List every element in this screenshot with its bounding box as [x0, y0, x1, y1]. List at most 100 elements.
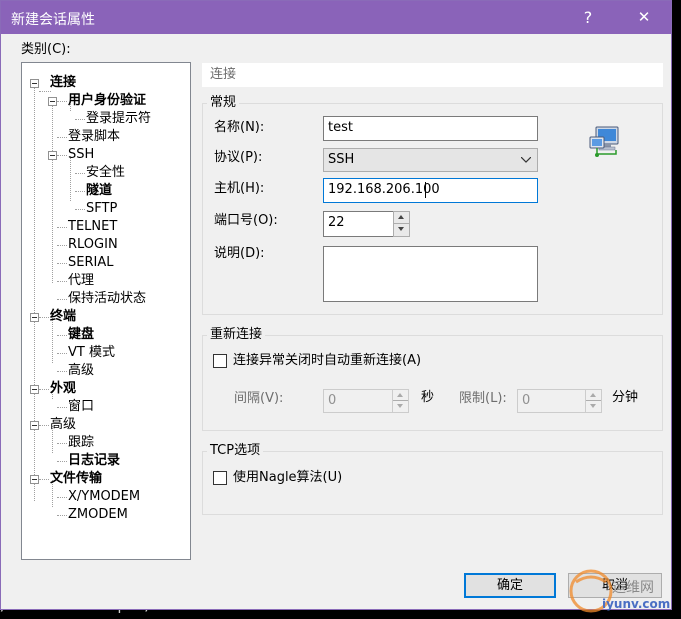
tree-connector [57, 371, 67, 372]
tree-connector [57, 443, 67, 444]
tree-item[interactable]: SSH [68, 147, 94, 163]
collapse-icon[interactable] [48, 151, 57, 160]
port-spinner[interactable] [393, 211, 410, 237]
interval-label: 间隔(V): [234, 391, 284, 406]
arrow-up-icon [398, 215, 404, 219]
watermark-url: iyunv.com [602, 597, 671, 611]
category-label: 类别(C): [21, 42, 71, 57]
tcp-options-group-title: TCP选项 [207, 443, 264, 459]
tree-item[interactable]: X/YMODEM [68, 489, 140, 505]
tree-item[interactable]: 登录脚本 [68, 129, 120, 145]
tree-item[interactable]: ZMODEM [68, 507, 128, 523]
tree-connector [39, 479, 49, 480]
limit-spinner[interactable] [585, 389, 602, 413]
tree-item[interactable]: VT 模式 [68, 345, 115, 361]
panel-header-title: 连接 [210, 67, 237, 82]
tree-item[interactable]: 保持活动状态 [68, 291, 146, 307]
tree-connector [39, 317, 49, 318]
tree-item[interactable]: 高级 [68, 363, 94, 379]
network-computer-icon [589, 126, 619, 157]
tree-connector [57, 515, 67, 516]
tree-item[interactable]: 键盘 [68, 327, 94, 343]
title-bar[interactable]: 新建会话属性 ? ✕ [1, 1, 671, 34]
collapse-icon[interactable] [30, 421, 39, 430]
tree-item[interactable]: 连接 [50, 75, 76, 91]
tree-item[interactable]: SFTP [86, 201, 117, 217]
limit-unit: 分钟 [612, 390, 639, 405]
port-spin-down[interactable] [394, 224, 409, 236]
tree-connector [75, 191, 85, 192]
tree-connector [57, 155, 67, 156]
tree-connector [39, 389, 49, 390]
nagle-checkbox[interactable] [213, 471, 227, 485]
description-label: 说明(D): [214, 246, 265, 261]
tree-connector [52, 156, 53, 283]
tree-item[interactable]: 窗口 [68, 399, 94, 415]
tree-item[interactable]: 终端 [50, 309, 76, 325]
tree-item[interactable]: 文件传输 [50, 471, 102, 487]
interval-input[interactable]: 0 [323, 389, 393, 413]
general-group-title: 常规 [207, 95, 240, 111]
tree-connector [57, 299, 67, 300]
tree-item[interactable]: 隧道 [86, 183, 112, 199]
category-tree[interactable]: 连接用户身份验证登录提示符登录脚本 SSH 安全性隧道 SFTP TELNET RLOGI… [21, 62, 191, 560]
interval-spin-up[interactable] [393, 390, 408, 401]
port-spin-up[interactable] [394, 212, 409, 224]
auto-reconnect-label[interactable]: 连接异常关闭时自动重新连接(A) [233, 353, 421, 369]
host-input[interactable]: 192.168.206.100 [323, 178, 538, 203]
collapse-icon[interactable] [30, 475, 39, 484]
protocol-label: 协议(P): [214, 150, 263, 165]
collapse-icon[interactable] [30, 79, 39, 88]
chevron-down-icon [521, 157, 531, 163]
limit-spin-up[interactable] [586, 390, 601, 401]
tree-connector [39, 91, 51, 92]
close-button[interactable]: ✕ [621, 1, 667, 34]
tree-item[interactable]: 代理 [68, 273, 94, 289]
tree-connector [57, 263, 67, 264]
arrow-down-icon [590, 404, 596, 408]
collapse-icon[interactable] [30, 313, 39, 322]
tree-item[interactable]: 外观 [50, 381, 76, 397]
protocol-select[interactable]: SSH [323, 148, 538, 172]
tree-connector [57, 227, 67, 228]
nagle-label[interactable]: 使用Nagle算法(U) [233, 470, 342, 486]
panel-header: 连接 [202, 63, 663, 87]
port-input[interactable]: 22 [323, 211, 395, 237]
ok-button[interactable]: 确定 [464, 573, 556, 598]
arrow-down-icon [398, 227, 404, 231]
tree-connector [75, 173, 85, 174]
reconnect-group [202, 335, 663, 431]
collapse-icon[interactable] [30, 385, 39, 394]
interval-spinner[interactable] [392, 389, 409, 413]
name-input[interactable]: test [323, 116, 538, 141]
port-label: 端口号(O): [214, 213, 278, 228]
interval-spin-down[interactable] [393, 401, 408, 412]
arrow-down-icon [397, 404, 403, 408]
collapse-icon[interactable] [48, 97, 57, 106]
auto-reconnect-checkbox[interactable] [213, 354, 227, 368]
tree-item[interactable]: RLOGIN [68, 237, 118, 253]
tree-item[interactable]: TELNET [68, 219, 117, 235]
tree-connector [57, 281, 67, 282]
tree-connector [57, 353, 67, 354]
help-button[interactable]: ? [565, 1, 611, 34]
limit-input[interactable]: 0 [517, 389, 587, 413]
name-label: 名称(N): [214, 120, 265, 135]
tree-connector [57, 245, 67, 246]
tree-connector [75, 119, 85, 120]
tree-item[interactable]: 用户身份验证 [68, 93, 146, 109]
limit-label: 限制(L): [459, 391, 507, 406]
limit-spin-down[interactable] [586, 401, 601, 412]
dialog-title: 新建会话属性 [11, 12, 95, 28]
tree-item[interactable]: 跟踪 [68, 435, 94, 451]
description-textarea[interactable] [323, 246, 538, 302]
watermark-text: 运维网 [612, 580, 654, 596]
tree-item[interactable]: 登录提示符 [86, 111, 151, 127]
tree-item[interactable]: 日志记录 [68, 453, 120, 469]
tree-item[interactable]: SERIAL [68, 255, 113, 271]
tree-connector [57, 461, 67, 462]
protocol-select-value: SSH [328, 152, 355, 167]
session-properties-dialog: 新建会话属性 ? ✕ 类别(C): 连接用户身份验证登录提示符登录脚本 SSH 安全… [0, 0, 672, 610]
tree-item[interactable]: 安全性 [86, 165, 125, 181]
tree-item[interactable]: 高级 [50, 417, 76, 433]
